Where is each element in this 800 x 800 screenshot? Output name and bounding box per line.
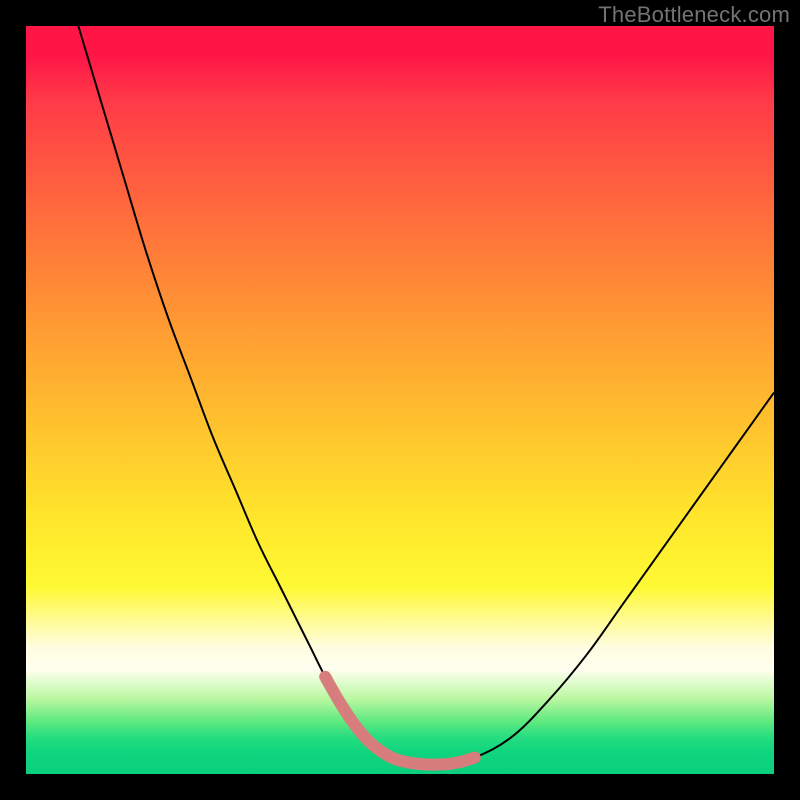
chart-svg (26, 26, 774, 774)
series-highlight-segment (325, 677, 475, 765)
series-bottleneck-curve (78, 26, 774, 765)
watermark-text: TheBottleneck.com (598, 2, 790, 28)
chart-frame: TheBottleneck.com (0, 0, 800, 800)
series-layer (78, 26, 774, 765)
